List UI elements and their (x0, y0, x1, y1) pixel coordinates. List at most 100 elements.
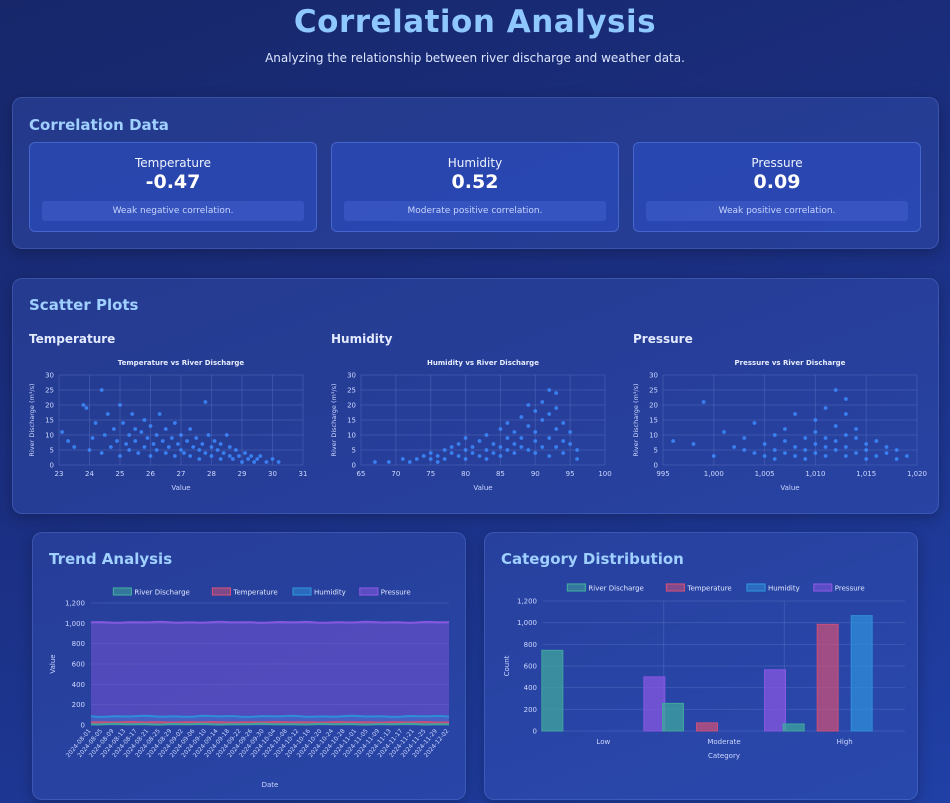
category-card-title: Category Distribution (501, 550, 684, 568)
scatter-point (772, 448, 777, 452)
y-tick-label: 25 (347, 387, 356, 395)
scatter-point (803, 436, 808, 440)
scatter-point (118, 454, 122, 458)
legend-label: Humidity (314, 589, 346, 597)
x-tick-label: 23 (55, 470, 64, 478)
scatter-point (154, 433, 159, 437)
y-tick-label: 15 (347, 417, 356, 425)
scatter-point (813, 451, 818, 455)
legend-swatch (813, 583, 833, 592)
scatter-point (386, 460, 391, 464)
scatter-point (227, 454, 232, 458)
scatter-point (833, 424, 838, 428)
scatter-point (209, 445, 214, 449)
scatter-point (843, 412, 848, 416)
scatter-point (512, 442, 517, 446)
scatter-point (894, 448, 899, 452)
x-tick-label: 75 (426, 470, 435, 478)
scatter-point (904, 454, 909, 458)
scatter-point (148, 424, 153, 428)
x-tick-label: Moderate (707, 738, 740, 746)
y-tick-label: 1,200 (517, 598, 537, 606)
scatter-point (833, 448, 838, 452)
scatter-point (894, 457, 899, 461)
scatter-point (449, 451, 454, 455)
x-tick-label: 995 (656, 470, 669, 478)
y-tick-label: 800 (524, 641, 537, 649)
trend-chart: River Discharge Temperature Humidity Pressu… (49, 587, 451, 789)
scatter-point (105, 412, 110, 416)
scatter-point (203, 451, 208, 455)
x-tick-label: 90 (531, 470, 540, 478)
x-tick-label: 65 (357, 470, 366, 478)
scatter-title: Pressure vs River Discharge (735, 359, 846, 367)
scatter-point (772, 457, 777, 461)
y-axis-label: River Discharge (m³/s) (632, 383, 640, 456)
x-tick-label: 27 (177, 470, 186, 478)
scatter-point (671, 439, 676, 443)
legend-swatch (292, 587, 312, 596)
scatter-point (237, 454, 241, 458)
scatter-point (874, 454, 879, 458)
legend-swatch (211, 587, 231, 596)
scatter-label-pressure: Pressure (633, 332, 693, 346)
scatter-point (498, 454, 503, 458)
scatter-point (561, 421, 566, 425)
x-tick-label: 1,010 (805, 470, 825, 478)
scatter-point (173, 454, 177, 458)
x-tick-label: 30 (268, 470, 277, 478)
scatter-point (206, 433, 211, 437)
legend-swatch (566, 583, 587, 592)
correlation-value: -0.47 (145, 171, 201, 193)
scatter-point (456, 454, 461, 458)
x-axis-label: Value (780, 484, 799, 492)
scatter-point (203, 400, 208, 404)
scatter-point (118, 403, 122, 407)
scatter-point (163, 451, 168, 455)
scatter-point (163, 427, 168, 431)
correlation-description: Weak negative correlation. (42, 201, 304, 221)
scatter-point (519, 415, 524, 419)
scatter-point (813, 442, 818, 446)
scatter-point (701, 400, 706, 404)
legend-swatch (359, 587, 379, 596)
scatter-point (191, 445, 196, 449)
x-tick-label: 25 (116, 470, 125, 478)
scatter-point (133, 439, 138, 443)
scatter-point (276, 460, 281, 464)
scatter-point (234, 448, 238, 452)
scatter-point (512, 430, 517, 434)
y-tick-label: 0 (81, 722, 85, 730)
bar (643, 676, 666, 732)
scatter-point (179, 448, 183, 452)
x-tick-label: 26 (146, 470, 155, 478)
scatter-point (463, 457, 468, 461)
scatter-point (215, 448, 220, 452)
scatter-point (575, 457, 580, 461)
scatter-point (108, 445, 113, 449)
page-title: Correlation Analysis (293, 4, 657, 40)
scatter-point (230, 457, 235, 461)
scatter-point (484, 457, 489, 461)
scatter-point (133, 427, 138, 431)
y-tick-label: 10 (649, 432, 658, 440)
scatter-point (843, 397, 848, 401)
scatter-point (243, 451, 247, 455)
series-line (90, 714, 450, 718)
scatter-point (90, 436, 95, 440)
trend-card-title: Trend Analysis (49, 550, 173, 568)
y-tick-label: 0 (654, 462, 658, 470)
scatter-point (554, 427, 559, 431)
scatter-point (526, 448, 531, 452)
scatter-point (400, 457, 405, 461)
scatter-point (130, 412, 135, 416)
legend-label: Pressure (835, 585, 865, 593)
x-tick-label: 100 (598, 470, 611, 478)
correlation-humidity: Humidity 0.52 Moderate positive correlat… (331, 142, 619, 232)
scatter-point (477, 454, 482, 458)
scatter-point (547, 436, 552, 440)
correlation-value: 0.09 (753, 171, 801, 193)
scatter-point (188, 454, 193, 458)
x-tick-label: 70 (391, 470, 400, 478)
correlation-name: Pressure (751, 156, 803, 170)
